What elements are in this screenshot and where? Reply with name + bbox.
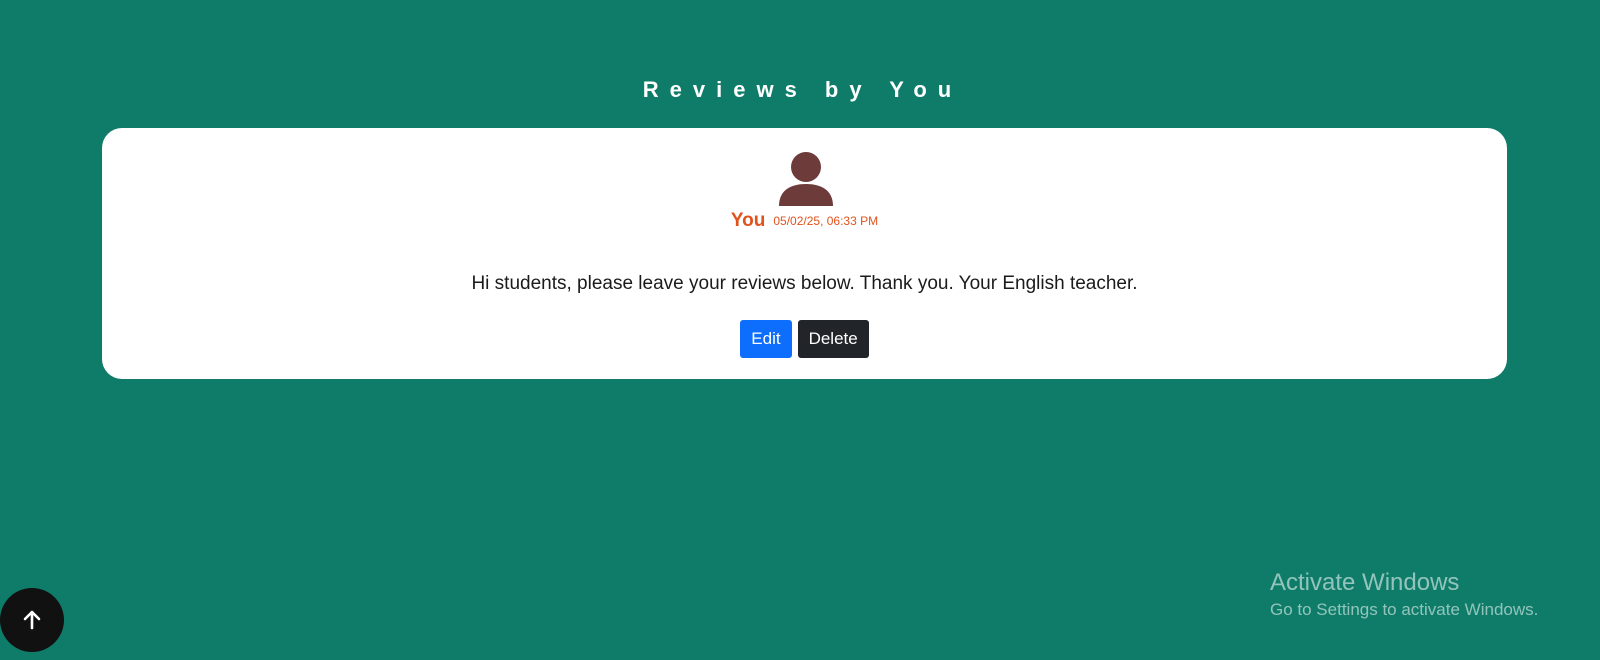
activate-windows-watermark: Activate Windows Go to Settings to activ… <box>1270 568 1538 622</box>
watermark-subtitle: Go to Settings to activate Windows. <box>1270 600 1539 619</box>
section-title: Reviews by You <box>642 77 963 102</box>
arrow-up-icon <box>23 610 41 630</box>
review-author: You <box>730 210 766 231</box>
delete-button[interactable]: Delete <box>797 320 869 358</box>
scroll-to-top-button[interactable] <box>0 588 64 652</box>
review-card: You 05/02/25, 06:33 PM Hi students, pleas… <box>102 128 1507 379</box>
edit-button[interactable]: Edit <box>740 320 792 358</box>
review-text: Hi students, please leave your reviews b… <box>471 273 1138 294</box>
watermark-title: Activate Windows <box>1270 569 1460 596</box>
review-meta: You 05/02/25, 06:33 PM <box>102 210 1507 232</box>
user-avatar-icon <box>777 150 835 208</box>
review-timestamp: 05/02/25, 06:33 PM <box>773 214 879 228</box>
review-actions: Edit Delete <box>102 320 1507 358</box>
